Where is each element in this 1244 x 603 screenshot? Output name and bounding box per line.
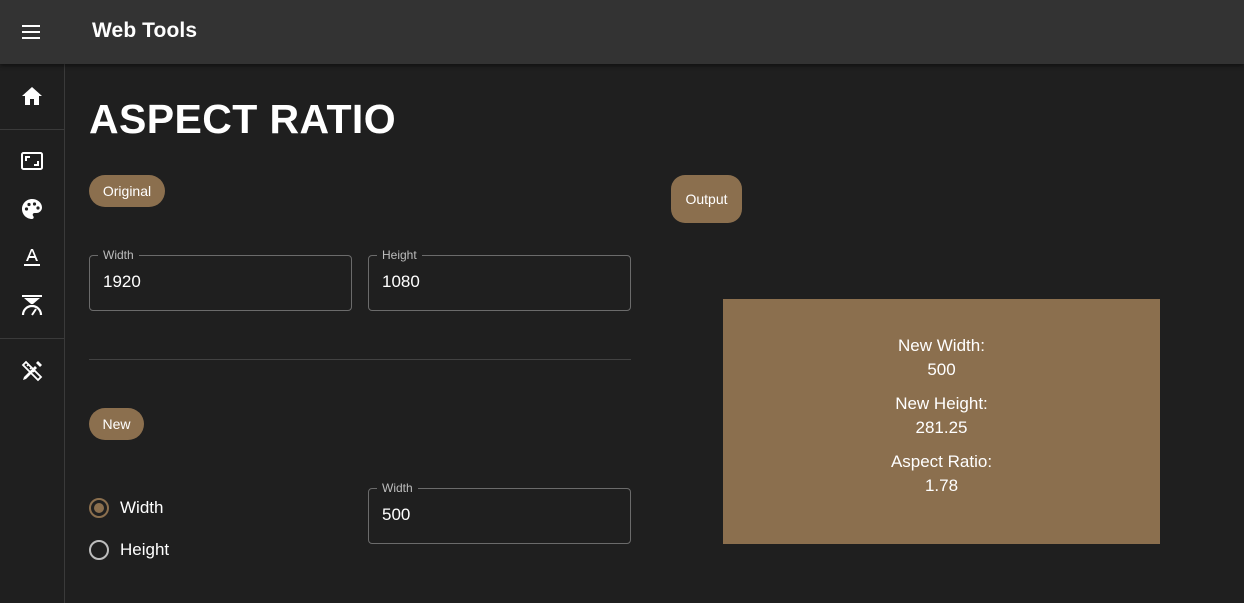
sidebar-item-tools[interactable] bbox=[0, 348, 64, 394]
aspect-ratio-label: Aspect Ratio: bbox=[890, 452, 993, 471]
hamburger-menu-icon bbox=[22, 25, 40, 39]
sidebar-item-fonts[interactable] bbox=[0, 234, 64, 280]
radio-dot bbox=[94, 503, 104, 513]
radio-width-label: Width bbox=[120, 498, 164, 517]
radio-button-unchecked[interactable] bbox=[89, 540, 109, 560]
new-width-label: New Width: bbox=[898, 336, 985, 355]
new-height-label: New Height: bbox=[895, 394, 988, 413]
app-title: Web Tools bbox=[92, 19, 198, 42]
sidebar-item-speed[interactable] bbox=[0, 282, 64, 328]
menu-button[interactable] bbox=[14, 14, 50, 50]
design-tools-icon bbox=[21, 360, 43, 382]
section-divider bbox=[89, 359, 631, 360]
sidebar-item-colors[interactable] bbox=[0, 186, 64, 232]
sidebar-item-aspect-ratio[interactable] bbox=[0, 138, 64, 184]
new-dimension-field[interactable]: Width bbox=[368, 481, 631, 544]
original-height-label: Height bbox=[377, 248, 422, 262]
palette-icon bbox=[22, 199, 42, 219]
new-dimension-input[interactable] bbox=[382, 505, 617, 525]
new-height-value: 281.25 bbox=[915, 418, 968, 437]
sidebar-item-home[interactable] bbox=[0, 73, 64, 119]
aspect-ratio-icon bbox=[21, 152, 43, 170]
original-width-field[interactable]: Width bbox=[89, 248, 352, 311]
original-height-input[interactable] bbox=[382, 272, 617, 292]
original-height-field[interactable]: Height bbox=[368, 248, 631, 311]
home-icon bbox=[22, 87, 42, 105]
output-card: New Width: 500 New Height: 281.25 Aspect… bbox=[723, 299, 1160, 544]
speed-gauge-icon bbox=[21, 295, 43, 316]
original-chip: Original bbox=[89, 175, 165, 207]
radio-height-label: Height bbox=[120, 540, 170, 559]
sidebar bbox=[0, 64, 65, 603]
new-chip: New bbox=[89, 408, 144, 440]
page-title: ASPECT RATIO bbox=[89, 96, 396, 142]
radio-width[interactable]: Width bbox=[89, 498, 163, 518]
sidebar-divider bbox=[0, 129, 64, 130]
text-format-icon bbox=[24, 249, 40, 266]
original-width-label: Width bbox=[98, 248, 139, 262]
radio-height[interactable]: Height bbox=[89, 540, 169, 560]
aspect-ratio-value: 1.78 bbox=[924, 476, 959, 495]
output-chip: Output bbox=[671, 175, 742, 223]
original-width-input[interactable] bbox=[103, 272, 338, 292]
app-bar: Web Tools bbox=[0, 0, 1244, 64]
new-dimension-label: Width bbox=[377, 481, 418, 495]
sidebar-divider bbox=[0, 338, 64, 339]
new-width-value: 500 bbox=[927, 360, 956, 379]
radio-button-checked[interactable] bbox=[89, 498, 109, 518]
